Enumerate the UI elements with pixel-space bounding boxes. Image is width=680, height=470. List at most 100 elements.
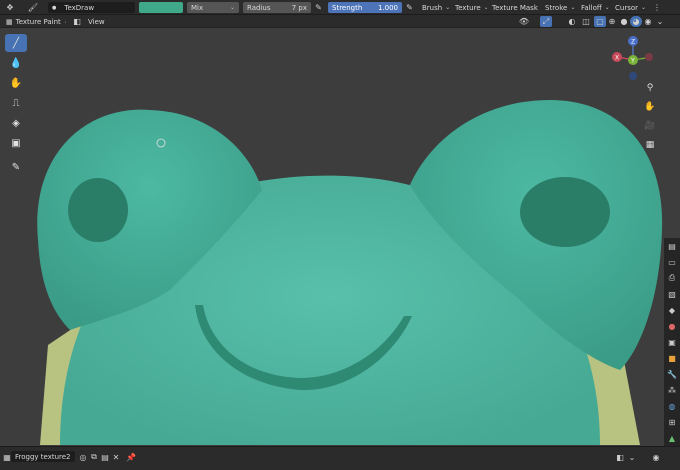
navigation-gizmo[interactable]: Z X Y [608,32,658,82]
open-image-icon[interactable]: ▤ [100,451,110,463]
strength-pressure-icon[interactable]: ✎ [404,2,415,13]
brush-name: TexDraw [64,3,95,12]
view-menu[interactable]: View [84,16,110,27]
pressure-icon[interactable]: ✎ [313,2,324,13]
object-icon: ■ [668,353,676,363]
image-settings-icon[interactable]: ◧ [614,451,626,463]
blend-mode-select[interactable]: Mix ⌄ [187,2,239,13]
radius-value: 7 px [291,3,307,12]
texture-paint-icon: ▦ [6,17,13,26]
chevron-down-icon: ⌄ [641,4,645,11]
xray-toggle-icon[interactable]: ▢ [594,16,606,27]
chevron-down-icon: ⌄ [483,4,487,11]
paint-mask-icon[interactable]: ◧ [72,16,82,27]
stamp-icon: ⎍ [12,97,20,109]
frog-right-eye-patch [520,177,610,247]
data-tab[interactable]: ▲ [664,430,680,446]
brush-icon[interactable]: 🖌 [26,2,40,13]
toolbar: ╱ 💧 ✋ ⎍ ◈ ▣ ✎ [5,34,29,178]
radius-field[interactable]: Radius 7 px [243,2,311,13]
strength-slider[interactable]: Strength 1.000 [328,2,402,13]
strength-value: 1.000 [377,3,398,12]
camera-button[interactable]: 🎥 [642,118,658,134]
brush-color-swatch[interactable] [139,2,183,13]
gizmo-x-label: X [615,55,619,62]
perspective-button[interactable]: ▦ [642,137,658,153]
frog-left-eye-patch [68,178,128,242]
clone-tool-button[interactable]: ⎍ [5,94,27,112]
smear-tool-button[interactable]: ✋ [5,74,27,92]
bucket-icon: ◈ [12,117,20,129]
texture-menu[interactable]: Texture ⌄ [451,2,487,13]
image-bar: ▦ Froggy texture2 ◎ ⧉ ▤ ✕ 📌 ◧ ⌄ ◉ [0,446,680,470]
blend-mode-label: Mix [191,3,204,12]
hand-icon: ✋ [644,102,656,112]
object-tab[interactable]: ■ [664,350,680,366]
modifier-tab[interactable]: 🔧 [664,366,680,382]
mesh-data-icon: ▲ [668,433,676,443]
view-layer-tab[interactable]: ▧ [664,286,680,302]
brush-menu[interactable]: Brush ⌄ [418,2,450,13]
soften-tool-button[interactable]: 💧 [5,54,27,72]
world-tab[interactable]: ● [664,318,680,334]
3d-viewport[interactable]: ╱ 💧 ✋ ⎍ ◈ ▣ ✎ Z X Y ⚲ ✋ 🎥 ▦ [0,29,664,445]
pin-icon[interactable]: 📌 [126,451,136,463]
object-visibility-icon[interactable]: 👁 [518,16,530,27]
fake-user-icon[interactable]: ◎ [78,451,88,463]
chevron-down-icon: ⌄ [445,4,450,11]
slot-icon[interactable]: ◉ [650,451,662,463]
particles-icon: ⁂ [668,385,676,395]
image-name: Froggy texture2 [15,452,71,461]
render-icon: ▭ [668,257,676,267]
collection-tab[interactable]: ▣ [664,334,680,350]
gizmo-toggle-icon[interactable]: ⤢ [540,16,552,27]
scene-tab[interactable]: ◆ [664,302,680,318]
wireframe-shading-icon[interactable]: ⊕ [606,16,618,27]
overlay-icon[interactable]: ◐ [566,16,578,27]
radius-label: Radius [247,3,271,12]
tool-tab[interactable]: ▤ [664,238,680,254]
solid-shading-icon[interactable]: ● [618,16,630,27]
xray-icon[interactable]: ◫ [580,16,592,27]
wrench-icon: 🔧 [667,369,677,379]
chevron-down-icon[interactable]: ⌄ [627,451,637,463]
new-image-icon[interactable]: ⧉ [89,451,99,463]
mask-tool-button[interactable]: ▣ [5,134,27,152]
smear-icon: ✋ [9,77,23,89]
world-icon: ● [668,321,676,331]
mode-select[interactable]: ▦ Texture Paint ⌄ [2,16,66,27]
printer-icon: ⎙ [668,273,676,282]
material-shading-icon[interactable]: ◕ [630,16,642,27]
render-tab[interactable]: ▭ [664,254,680,270]
overlay-options-icon[interactable]: ⋮ [650,2,664,13]
image-name-field[interactable]: Froggy texture2 [11,451,75,462]
strength-label: Strength [332,3,363,12]
frog-model[interactable] [0,29,664,445]
brush-selector[interactable]: ● TexDraw [48,2,135,13]
annotate-tool-button[interactable]: ✎ [5,158,27,176]
cursor-menu[interactable]: Cursor ⌄ [611,2,645,13]
output-tab[interactable]: ⎙ [664,270,680,286]
particles-tab[interactable]: ⁂ [664,382,680,398]
fill-tool-button[interactable]: ◈ [5,114,27,132]
editor-type-icon[interactable]: ✥ [3,2,17,13]
rendered-shading-icon[interactable]: ◉ [642,16,654,27]
pan-button[interactable]: ✋ [642,99,658,115]
cursor-menu-label: Cursor [615,3,639,12]
gizmo-z-label: Z [631,39,635,46]
shading-options-icon[interactable]: ⌄ [654,16,666,27]
physics-tab[interactable]: ◍ [664,398,680,414]
mask-icon: ▣ [11,137,21,149]
unlink-icon[interactable]: ✕ [111,451,121,463]
stroke-menu[interactable]: Stroke ⌄ [541,2,577,13]
chevron-down-icon: ⌄ [229,4,235,11]
annotate-icon: ✎ [11,161,21,173]
brush-tool-icon: ╱ [12,37,20,49]
brush-dot-icon: ● [52,4,57,11]
falloff-menu[interactable]: Falloff ⌄ [577,2,611,13]
texture-mask-menu[interactable]: Texture Mask⌄ [488,2,540,13]
texture-mask-menu-label: Texture Mask [492,3,538,12]
constraints-tab[interactable]: ⊞ [664,414,680,430]
brush-tool-button[interactable]: ╱ [5,34,27,52]
zoom-button[interactable]: ⚲ [642,80,658,96]
